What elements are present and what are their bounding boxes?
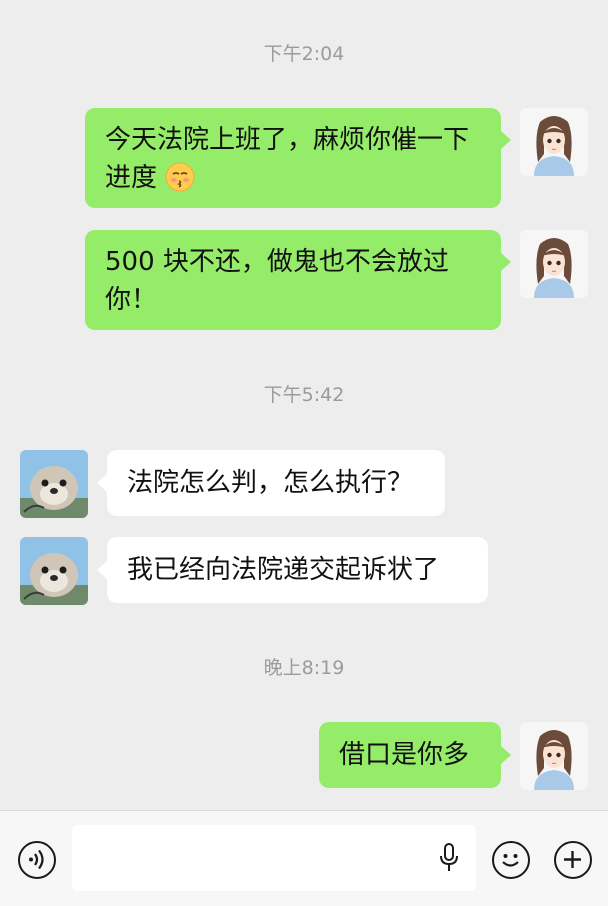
emoji-icon <box>502 854 519 867</box>
voice-icon <box>29 849 44 870</box>
message-bubble-received[interactable]: 法院怎么判，怎么执行？ <box>107 450 445 516</box>
message-bubble-sent[interactable]: 今天法院上班了，麻烦你催一下进度 <box>85 108 501 208</box>
my-avatar[interactable] <box>520 722 588 790</box>
timestamp: 下午2:04 <box>263 43 345 65</box>
bubble-tail <box>97 474 107 492</box>
message-text: 我已经向法院递交起诉状了 <box>127 555 440 585</box>
chat-area[interactable]: 下午2:04 今天法院上班了，麻烦你催一下进度 500 块不还，做鬼也不会放过你… <box>0 0 608 810</box>
contact-avatar[interactable] <box>20 537 88 605</box>
message-input[interactable] <box>72 825 476 891</box>
bubble-tail <box>501 131 511 149</box>
message-text: 500 块不还，做鬼也不会放过你！ <box>105 247 449 315</box>
my-avatar[interactable] <box>520 230 588 298</box>
message-bubble-received[interactable]: 我已经向法院递交起诉状了 <box>107 537 488 603</box>
message-text: 借口是你多 <box>339 740 470 770</box>
input-bar <box>0 810 608 906</box>
message-bubble-sent[interactable]: 借口是你多 <box>319 722 501 788</box>
message-bubble-sent[interactable]: 500 块不还，做鬼也不会放过你！ <box>85 230 501 330</box>
kissing-face-emoji-icon <box>165 162 195 203</box>
bubble-tail <box>501 253 511 271</box>
bubble-tail <box>501 746 511 764</box>
more-button[interactable] <box>554 841 592 879</box>
message-text: 法院怎么判，怎么执行？ <box>127 468 414 498</box>
message-text: 今天法院上班了，麻烦你催一下进度 <box>105 125 470 193</box>
contact-avatar[interactable] <box>20 450 88 518</box>
my-avatar[interactable] <box>520 108 588 176</box>
microphone-icon[interactable] <box>438 843 460 873</box>
timestamp: 晚上8:19 <box>263 657 345 679</box>
plus-icon <box>564 851 581 868</box>
voice-toggle-button[interactable] <box>18 841 56 879</box>
emoji-button[interactable] <box>492 841 530 879</box>
timestamp: 下午5:42 <box>263 384 345 406</box>
bubble-tail <box>97 561 107 579</box>
